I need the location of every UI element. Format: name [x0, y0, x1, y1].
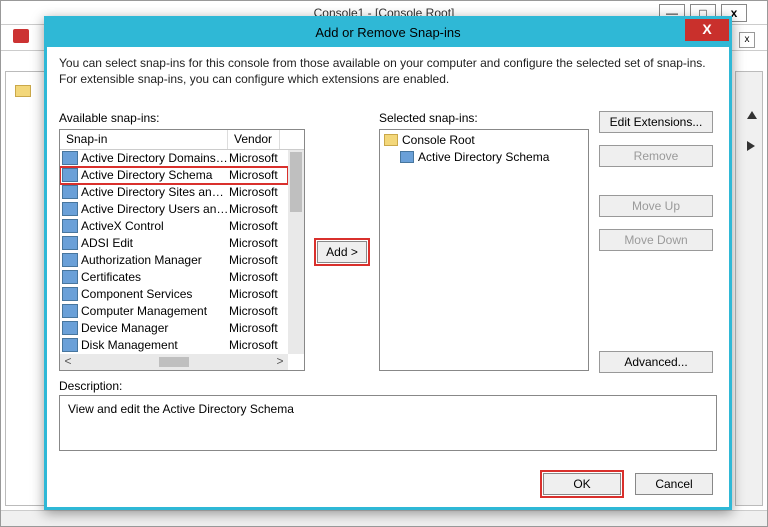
selected-snapins-tree[interactable]: Console Root Active Directory Schema: [379, 129, 589, 371]
snapin-icon: [62, 270, 78, 284]
dialog-title: Add or Remove Snap-ins: [47, 19, 729, 47]
snapin-name: Component Services: [81, 286, 229, 303]
snapin-name: Authorization Manager: [81, 252, 229, 269]
snapin-vendor: Microsoft: [229, 286, 281, 303]
scroll-left-icon[interactable]: <: [60, 354, 76, 370]
snapin-vendor: Microsoft: [229, 235, 281, 252]
snapin-vendor: Microsoft: [229, 201, 281, 218]
snapin-name: Disk Management: [81, 337, 229, 354]
folder-icon: [384, 134, 398, 146]
tree-child[interactable]: Active Directory Schema: [382, 149, 586, 166]
snapin-name: Computer Management: [81, 303, 229, 320]
snapin-name: Certificates: [81, 269, 229, 286]
vertical-scrollbar[interactable]: [288, 150, 304, 354]
snapin-vendor: Microsoft: [229, 184, 281, 201]
snapin-icon: [62, 253, 78, 267]
list-header: Snap-in Vendor: [60, 130, 304, 150]
list-item[interactable]: Computer ManagementMicrosoft: [60, 303, 288, 320]
snapin-vendor: Microsoft: [229, 218, 281, 235]
snapin-name: Active Directory Schema: [81, 167, 229, 184]
list-item[interactable]: Active Directory Users and C...Microsoft: [60, 201, 288, 218]
tree-root[interactable]: Console Root: [382, 132, 586, 149]
snapin-vendor: Microsoft: [229, 320, 281, 337]
col-vendor[interactable]: Vendor: [228, 130, 280, 149]
advanced-button[interactable]: Advanced...: [599, 351, 713, 373]
up-arrow-icon: [747, 111, 757, 119]
snapin-icon: [62, 168, 78, 182]
available-label: Available snap-ins:: [59, 111, 305, 125]
snapin-icon: [62, 287, 78, 301]
available-snapins-list[interactable]: Snap-in Vendor Active Directory Domains …: [59, 129, 305, 371]
snapin-name: Device Manager: [81, 320, 229, 337]
list-item[interactable]: Device ManagerMicrosoft: [60, 320, 288, 337]
col-snapin[interactable]: Snap-in: [60, 130, 228, 149]
snapin-vendor: Microsoft: [229, 150, 281, 167]
snapin-icon: [62, 321, 78, 335]
list-item[interactable]: ActiveX ControlMicrosoft: [60, 218, 288, 235]
scroll-right-icon[interactable]: >: [272, 354, 288, 370]
horizontal-scrollbar[interactable]: < >: [60, 354, 288, 370]
add-button[interactable]: Add >: [317, 241, 367, 263]
list-item[interactable]: Active Directory Domains an...Microsoft: [60, 150, 288, 167]
cancel-button[interactable]: Cancel: [635, 473, 713, 495]
list-item[interactable]: ADSI EditMicrosoft: [60, 235, 288, 252]
snapin-name: Active Directory Users and C...: [81, 201, 229, 218]
snapin-icon: [62, 219, 78, 233]
status-bar: [1, 510, 767, 526]
schema-icon: [400, 151, 414, 163]
list-item[interactable]: CertificatesMicrosoft: [60, 269, 288, 286]
snapin-vendor: Microsoft: [229, 269, 281, 286]
snapin-vendor: Microsoft: [229, 303, 281, 320]
remove-button[interactable]: Remove: [599, 145, 713, 167]
move-down-button[interactable]: Move Down: [599, 229, 713, 251]
hscroll-thumb[interactable]: [159, 357, 189, 367]
mmc-actions-pane: [735, 71, 763, 506]
tree-root-label: Console Root: [402, 132, 475, 149]
snapin-vendor: Microsoft: [229, 252, 281, 269]
tree-child-label: Active Directory Schema: [418, 149, 549, 166]
intro-text: You can select snap-ins for this console…: [59, 55, 717, 87]
list-item[interactable]: Active Directory Sites and Se...Microsof…: [60, 184, 288, 201]
list-item[interactable]: Component ServicesMicrosoft: [60, 286, 288, 303]
snapin-name: ActiveX Control: [81, 218, 229, 235]
snapin-vendor: Microsoft: [229, 167, 281, 184]
child-close-icon[interactable]: x: [739, 32, 755, 48]
snapin-icon: [62, 185, 78, 199]
snapin-name: Active Directory Domains an...: [81, 150, 229, 167]
list-item[interactable]: Disk ManagementMicrosoft: [60, 337, 288, 354]
snapin-icon: [62, 151, 78, 165]
snapin-name: Active Directory Sites and Se...: [81, 184, 229, 201]
right-arrow-icon: [747, 141, 755, 151]
dialog-close-button[interactable]: X: [685, 19, 729, 41]
snapin-name: ADSI Edit: [81, 235, 229, 252]
toolbar-icon: [13, 29, 29, 43]
snapin-icon: [62, 202, 78, 216]
ok-button[interactable]: OK: [543, 473, 621, 495]
edit-extensions-button[interactable]: Edit Extensions...: [599, 111, 713, 133]
list-item[interactable]: Active Directory SchemaMicrosoft: [60, 167, 288, 184]
snapin-icon: [62, 338, 78, 352]
move-up-button[interactable]: Move Up: [599, 195, 713, 217]
scroll-thumb[interactable]: [290, 152, 302, 212]
snapin-icon: [62, 304, 78, 318]
description-label: Description:: [59, 379, 122, 393]
list-item[interactable]: Authorization ManagerMicrosoft: [60, 252, 288, 269]
add-remove-snapins-dialog: Add or Remove Snap-ins X You can select …: [44, 16, 732, 510]
folder-icon: [15, 85, 31, 97]
snapin-vendor: Microsoft: [229, 337, 281, 354]
description-box: View and edit the Active Directory Schem…: [59, 395, 717, 451]
snapin-icon: [62, 236, 78, 250]
selected-label: Selected snap-ins:: [379, 111, 589, 125]
